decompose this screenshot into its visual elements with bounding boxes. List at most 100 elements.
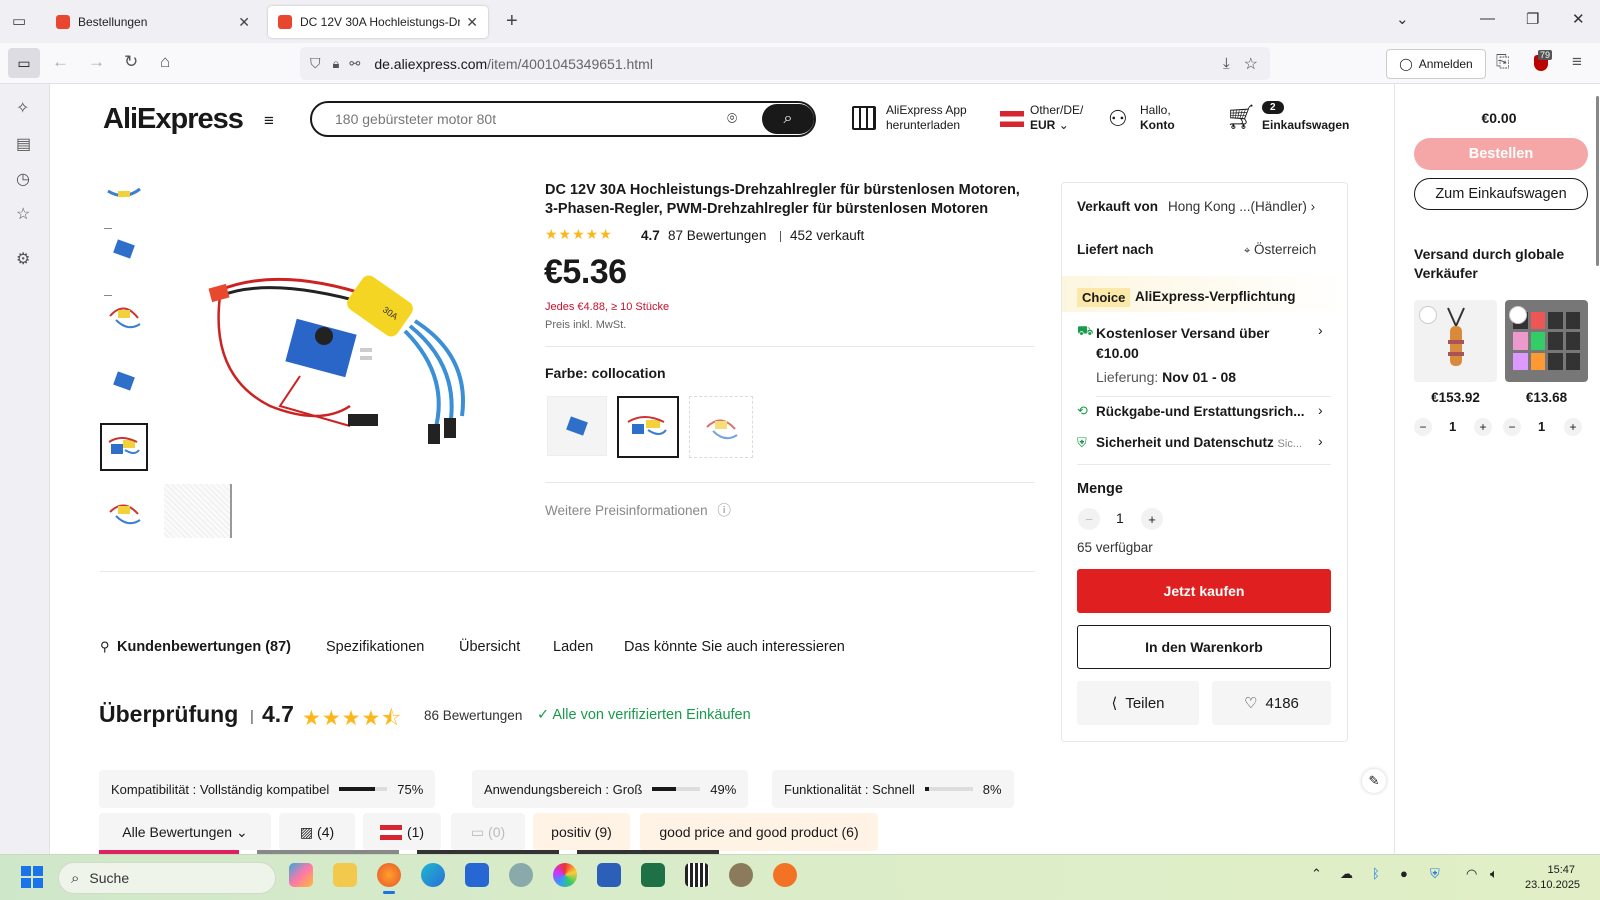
edge-icon[interactable] (421, 863, 445, 887)
wifi-icon[interactable]: ◠ (1466, 866, 1477, 882)
tab-store[interactable]: Laden (553, 639, 593, 655)
product-thumbnail[interactable] (100, 290, 148, 338)
security-tray-icon[interactable]: ⛨ (1430, 866, 1440, 882)
all-reviews-dropdown[interactable]: Alle Bewertungen ⌄ (99, 813, 271, 851)
product-main-image[interactable]: 30A (200, 256, 480, 466)
close-window-icon[interactable]: ✕ (1572, 10, 1585, 28)
back-icon[interactable]: ← (52, 52, 69, 72)
security-privacy-link[interactable]: Sicherheit und Datenschutz Sic... (1096, 435, 1302, 450)
app-icon[interactable] (509, 863, 533, 887)
clock[interactable]: 15:47 23.10.2025 (1525, 863, 1580, 893)
cart-qty-value[interactable]: 1 (1538, 419, 1545, 434)
cart-qty-increase-button[interactable]: + (1564, 418, 1582, 436)
review-count-link[interactable]: 87 Bewertungen (668, 228, 766, 243)
quantity-increase-button[interactable]: + (1141, 508, 1163, 530)
new-tab-icon[interactable]: + (506, 10, 518, 33)
history-icon[interactable]: ◷ (16, 169, 30, 189)
cart-qty-increase-button[interactable]: + (1474, 418, 1492, 436)
word-icon[interactable] (597, 863, 621, 887)
returns-policy-link[interactable]: Rückgabe-und Erstattungsrich... (1096, 404, 1305, 419)
color-option-selected[interactable] (617, 396, 679, 458)
tab-recommendations[interactable]: Das könnte Sie auch interessieren (624, 639, 845, 655)
cart-icon[interactable]: 🛒︎ (1226, 103, 1256, 132)
color-option[interactable] (547, 396, 607, 456)
wishlist-button[interactable]: ♡ 4186 (1212, 681, 1331, 725)
region-selector[interactable]: Other/DE/ EUR ⌄ (1030, 103, 1083, 133)
synced-tabs-icon[interactable]: ▤ (16, 134, 31, 154)
url-bar[interactable]: ⛉ 🔒︎ ⚯ de.aliexpress.com /item/400104534… (300, 47, 1270, 80)
tab-overflow-icon[interactable]: ⌄ (1396, 10, 1409, 28)
scrollbar[interactable] (1596, 96, 1599, 266)
tab-specifications[interactable]: Spezifikationen (326, 639, 424, 655)
qr-code-icon[interactable] (852, 106, 876, 130)
excel-icon[interactable] (641, 863, 665, 887)
chevron-right-icon[interactable]: › (1318, 322, 1323, 338)
hamburger-menu-icon[interactable]: ≡ (264, 111, 274, 131)
edit-icon[interactable]: ✎ (1362, 769, 1386, 793)
tab-overview[interactable]: Übersicht (459, 639, 520, 655)
search-button[interactable]: ⌕ (762, 104, 814, 134)
cart-qty-decrease-button[interactable]: − (1503, 418, 1521, 436)
close-tab-icon[interactable]: ✕ (466, 14, 478, 31)
home-icon[interactable]: ⌂ (160, 52, 170, 72)
product-thumbnail[interactable] (100, 168, 148, 216)
gimp-icon[interactable] (729, 863, 753, 887)
bluetooth-icon[interactable]: ᛒ (1372, 866, 1380, 881)
close-tab-icon[interactable]: ✕ (238, 14, 250, 31)
store-icon[interactable] (465, 863, 489, 887)
product-thumbnail[interactable] (100, 488, 148, 536)
product-thumbnail[interactable] (100, 357, 148, 405)
tab-product[interactable]: DC 12V 30A Hochleistungs-Drehzahlregler … (268, 6, 488, 38)
quantity-decrease-button[interactable]: − (1078, 508, 1100, 530)
buy-now-button[interactable]: Jetzt kaufen (1077, 569, 1331, 613)
go-to-cart-button[interactable]: Zum Einkaufswagen (1414, 178, 1588, 210)
maximize-icon[interactable]: ❐ (1526, 10, 1539, 28)
chevron-right-icon[interactable]: › (1318, 402, 1323, 418)
download-page-icon[interactable]: ⤓ (1223, 55, 1230, 72)
quantity-value[interactable]: 1 (1116, 510, 1124, 526)
add-to-cart-button[interactable]: In den Warenkorb (1077, 625, 1331, 669)
minimize-icon[interactable]: — (1480, 10, 1495, 27)
menu-icon[interactable]: ≡ (1572, 52, 1582, 72)
product-thumbnail[interactable] (100, 225, 148, 273)
windows-start-icon[interactable] (21, 866, 43, 888)
filter-comments[interactable]: ▭ (0) (451, 813, 525, 851)
more-price-info-link[interactable]: Weitere Preisinformationen ⓘ (545, 499, 731, 519)
tab-reviews[interactable]: Kundenbewertungen (87) (117, 639, 291, 655)
signin-button[interactable]: ◯ Anmelden (1386, 49, 1486, 79)
sidebar-toggle-icon[interactable]: ▭ (8, 48, 40, 78)
tab-list-icon[interactable]: ▭ (12, 12, 26, 30)
account-link[interactable]: Hallo, Konto (1140, 103, 1175, 133)
color-option-unavailable[interactable] (689, 396, 753, 458)
settings-gear-icon[interactable]: ⚙ (16, 249, 30, 269)
app-tray-icon[interactable]: ● (1400, 866, 1408, 881)
chevron-right-icon[interactable]: › (1318, 433, 1323, 449)
product-thumbnail-selected[interactable] (100, 423, 148, 471)
filter-positive[interactable]: positiv (9) (533, 813, 630, 851)
image-search-icon[interactable]: ⌾ (727, 109, 737, 129)
aliexpress-logo[interactable]: AliExpress (103, 103, 244, 136)
taskbar-search[interactable]: ⌕ Suche (58, 862, 276, 894)
share-button[interactable]: ⟨ Teilen (1077, 681, 1199, 725)
search-input[interactable]: 180 gebürsteter motor 80t (335, 111, 496, 127)
filter-country[interactable]: (1) (363, 813, 441, 851)
avast-icon[interactable] (773, 863, 797, 887)
photos-icon[interactable] (553, 863, 577, 887)
bookmark-star-icon[interactable]: ☆ (1244, 54, 1258, 74)
seller-link[interactable]: Hong Kong ...(Händler) › (1168, 199, 1315, 214)
free-shipping-info[interactable]: Kostenloser Versand über €10.00 (1096, 323, 1270, 363)
qr-app-icon[interactable] (685, 863, 709, 887)
cart-qty-decrease-button[interactable]: − (1414, 418, 1432, 436)
bookmarks-icon[interactable]: ☆ (16, 204, 30, 224)
extensions-icon[interactable]: ⎘ (1496, 52, 1510, 72)
volume-icon[interactable]: 🔈︎ (1490, 866, 1498, 882)
cart-label[interactable]: Einkaufswagen (1262, 118, 1349, 132)
cart-item-checkbox[interactable] (1509, 306, 1527, 324)
filter-photos[interactable]: ▨ (4) (279, 813, 355, 851)
file-explorer-icon[interactable] (333, 863, 357, 887)
reload-icon[interactable]: ↻ (124, 52, 138, 72)
cloud-sync-icon[interactable]: ☁ (1340, 866, 1353, 882)
tab-orders[interactable]: Bestellungen ✕ (46, 6, 260, 38)
tray-overflow-icon[interactable]: ⌃ (1311, 866, 1322, 882)
firefox-icon[interactable] (377, 863, 401, 887)
